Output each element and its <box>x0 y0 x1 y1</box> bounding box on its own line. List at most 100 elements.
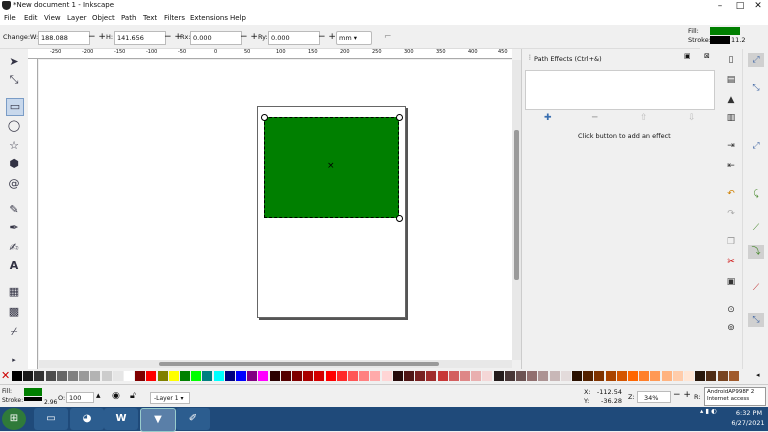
layer-lock-icon[interactable]: 🔓︎ <box>130 391 136 401</box>
palette-swatch[interactable] <box>471 371 482 381</box>
resize-handle-top-left[interactable] <box>261 114 268 121</box>
palette-swatch[interactable] <box>661 371 672 381</box>
add-effect-icon[interactable]: ✚ <box>544 113 552 123</box>
move-up-icon[interactable]: ⇧ <box>640 113 648 123</box>
snap-enable-icon[interactable]: ⤢ <box>748 53 764 67</box>
snap-intersection-icon[interactable]: ⟋ <box>748 221 764 235</box>
word-icon[interactable]: W <box>104 408 138 430</box>
menu-path[interactable]: Path <box>121 14 136 22</box>
horizontal-scroll-thumb[interactable] <box>159 362 439 366</box>
close-icon[interactable]: ✕ <box>748 0 768 12</box>
palette-swatch[interactable] <box>437 371 448 381</box>
palette-swatch[interactable] <box>527 371 538 381</box>
rectangle-tool-icon[interactable]: ▭ <box>6 98 24 116</box>
palette-swatch[interactable] <box>460 371 470 381</box>
move-down-icon[interactable]: ⇩ <box>688 113 696 123</box>
save-icon[interactable]: ▲ <box>723 93 739 107</box>
chrome-icon[interactable]: ◕ <box>70 408 104 430</box>
star-tool-icon[interactable]: ☆ <box>6 138 22 154</box>
palette-swatch[interactable] <box>594 371 605 381</box>
import-icon[interactable]: ⇥ <box>723 139 739 153</box>
palette-swatch[interactable] <box>336 371 347 381</box>
palette-swatch[interactable] <box>717 371 728 381</box>
menu-edit[interactable]: Edit <box>24 14 38 22</box>
width-stepper[interactable]: − + <box>88 31 106 43</box>
copy-icon[interactable]: ❐ <box>723 235 739 249</box>
palette-swatch[interactable] <box>448 371 459 381</box>
palette-swatch[interactable] <box>247 371 258 381</box>
stroke-swatch[interactable] <box>710 36 730 44</box>
zoom-stepper[interactable]: − + <box>673 390 691 400</box>
tray-icons[interactable]: ▴ ▮ ◐ <box>700 407 717 415</box>
palette-swatch[interactable] <box>224 371 235 381</box>
effects-list[interactable] <box>525 70 715 110</box>
spiral-tool-icon[interactable]: @ <box>6 176 22 192</box>
menu-text[interactable]: Text <box>143 14 157 22</box>
menu-object[interactable]: Object <box>92 14 115 22</box>
menu-filters[interactable]: Filters <box>164 14 185 22</box>
remove-effect-icon[interactable]: ━ <box>592 113 597 123</box>
ry-input[interactable]: 0.000 <box>268 31 320 45</box>
zoom-input[interactable]: 34% <box>637 391 671 403</box>
palette-swatch[interactable] <box>616 371 627 381</box>
palette-swatch[interactable] <box>572 371 582 381</box>
palette-swatch[interactable] <box>482 371 493 381</box>
paste-icon[interactable]: ▣ <box>723 275 739 289</box>
horizontal-scrollbar[interactable] <box>39 360 512 368</box>
unit-select[interactable]: mm ▾ <box>336 31 372 45</box>
palette-swatch[interactable] <box>605 371 616 381</box>
layer-visibility-icon[interactable]: ◉ <box>112 391 120 401</box>
palette-swatch[interactable] <box>493 371 504 381</box>
palette-swatch[interactable] <box>135 371 146 381</box>
mesh-tool-icon[interactable]: ▩ <box>6 304 22 320</box>
file-explorer-icon[interactable]: ▭ <box>34 408 68 430</box>
palette-swatch[interactable] <box>381 371 392 381</box>
open-icon[interactable]: ▤ <box>723 73 739 87</box>
palette-swatch[interactable] <box>695 371 706 381</box>
calligraphy-tool-icon[interactable]: ✍ <box>6 240 22 256</box>
snap-bbox-icon[interactable]: ⤡ <box>748 81 764 95</box>
snap-others-icon[interactable]: ⤡ <box>748 313 764 327</box>
snap-midpoint-icon[interactable]: ⟋ <box>748 281 764 295</box>
no-paint-icon[interactable]: ✕ <box>1 369 10 383</box>
palette-swatch[interactable] <box>258 371 269 381</box>
new-document-icon[interactable]: ▯ <box>723 53 739 67</box>
palette-swatch[interactable] <box>146 371 157 381</box>
palette-swatch[interactable] <box>191 371 202 381</box>
toolbox-expand-icon[interactable]: ▸ <box>6 352 22 368</box>
paint-icon[interactable]: ✐ <box>176 408 210 430</box>
fill-swatch[interactable] <box>710 27 740 35</box>
palette-swatch[interactable] <box>202 371 213 381</box>
palette-swatch[interactable] <box>728 371 739 381</box>
palette-swatch[interactable] <box>370 371 381 381</box>
opacity-stepper[interactable]: ▴ <box>96 391 101 401</box>
rotation-center-icon[interactable]: × <box>327 161 335 171</box>
palette-swatch[interactable] <box>90 371 101 381</box>
rx-input[interactable]: 0.000 <box>190 31 242 45</box>
ry-stepper[interactable]: − + <box>318 31 336 43</box>
palette-menu-icon[interactable]: ◂ <box>756 371 760 379</box>
status-fill-swatch[interactable] <box>24 388 42 396</box>
export-icon[interactable]: ⇤ <box>723 159 739 173</box>
palette-swatch[interactable] <box>672 371 683 381</box>
menu-layer[interactable]: Layer <box>67 14 87 22</box>
zoom-drawing-icon[interactable]: ⊚ <box>723 321 739 335</box>
palette-swatch[interactable] <box>426 371 437 381</box>
menu-extensions[interactable]: Extensions <box>190 14 228 22</box>
text-tool-icon[interactable]: A <box>6 258 22 274</box>
opacity-input[interactable]: 100 <box>66 392 94 403</box>
zoom-selection-icon[interactable]: ⊙ <box>723 303 739 317</box>
palette-swatch[interactable] <box>168 371 179 381</box>
palette-swatch[interactable] <box>269 371 280 381</box>
cut-icon[interactable]: ✂ <box>723 255 739 269</box>
palette-swatch[interactable] <box>292 371 302 381</box>
palette-swatch[interactable] <box>650 371 661 381</box>
palette-swatch[interactable] <box>45 371 56 381</box>
palette-swatch[interactable] <box>706 371 717 381</box>
current-layer-select[interactable]: -Layer 1 ▾ <box>150 392 190 404</box>
width-input[interactable]: 188.088 <box>38 31 90 45</box>
print-icon[interactable]: ▥ <box>723 111 739 125</box>
palette-swatch[interactable] <box>34 371 45 381</box>
palette-swatch[interactable] <box>101 371 112 381</box>
palette-swatch[interactable] <box>56 371 67 381</box>
